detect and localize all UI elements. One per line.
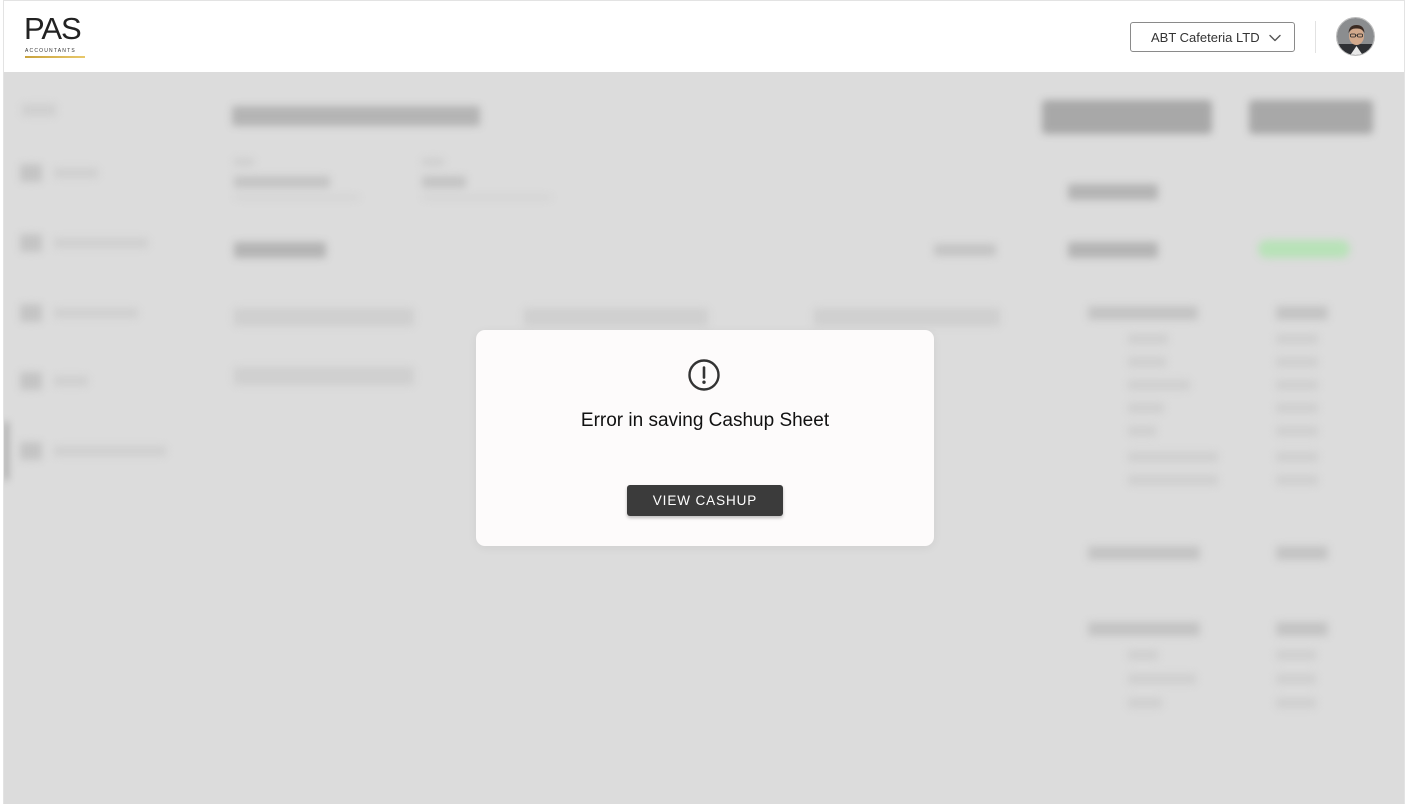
header-divider (1315, 21, 1316, 53)
logo-main-text: PAS (24, 11, 82, 46)
exclamation-circle-icon (687, 358, 721, 392)
user-avatar[interactable] (1336, 17, 1375, 56)
logo-sub-text: ACCOUNTANTS (25, 48, 76, 54)
company-select-value: ABT Cafeteria LTD (1151, 29, 1260, 45)
app-window: PAS ACCOUNTANTS ABT Cafeteria LTD Error … (3, 0, 1405, 804)
logo-underline (25, 56, 85, 58)
dialog-message: Error in saving Cashup Sheet (580, 410, 830, 431)
view-cashup-button[interactable]: VIEW CASHUP (627, 485, 783, 516)
pas-logo[interactable]: PAS ACCOUNTANTS (24, 13, 88, 61)
top-header: PAS ACCOUNTANTS ABT Cafeteria LTD (4, 1, 1404, 72)
chevron-down-icon (1268, 31, 1282, 45)
error-dialog: Error in saving Cashup Sheet VIEW CASHUP (476, 330, 934, 546)
company-select[interactable]: ABT Cafeteria LTD (1130, 22, 1295, 52)
